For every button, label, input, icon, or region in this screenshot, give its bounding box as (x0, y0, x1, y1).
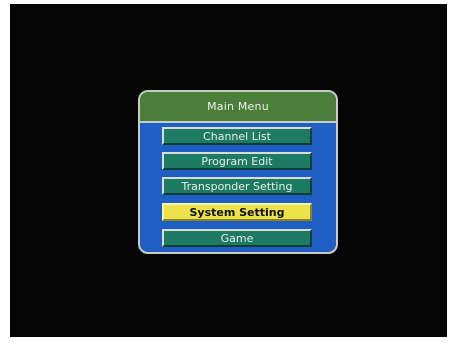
menu-item-system-setting[interactable]: System Setting (162, 203, 312, 221)
main-menu-panel: Main Menu Channel List Program Edit Tran… (138, 90, 338, 254)
main-menu-title: Main Menu (140, 92, 336, 123)
menu-item-program-edit[interactable]: Program Edit (162, 152, 312, 170)
menu-item-channel-list[interactable]: Channel List (162, 127, 312, 145)
tv-screen: Main Menu Channel List Program Edit Tran… (10, 4, 447, 337)
menu-item-game[interactable]: Game (162, 229, 312, 247)
menu-item-transponder-setting[interactable]: Transponder Setting (162, 177, 312, 195)
